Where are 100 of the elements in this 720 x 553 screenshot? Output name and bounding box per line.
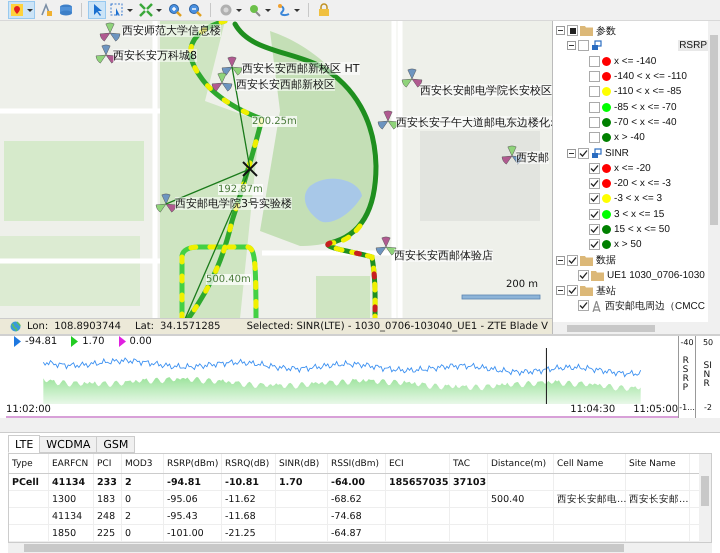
checkbox[interactable]: [589, 56, 600, 67]
table-cell: 183: [97, 494, 116, 504]
table-cell: 0: [125, 494, 132, 504]
site-label: 西安邮: [516, 151, 549, 164]
caret-icon: [294, 8, 300, 12]
checkbox[interactable]: [589, 178, 600, 190]
column-header[interactable]: Type: [9, 454, 49, 473]
tree-item[interactable]: -140 < x <= -110: [613, 71, 688, 82]
checkbox[interactable]: [589, 102, 600, 113]
scrollbar[interactable]: [553, 322, 720, 334]
tree-item[interactable]: 15 < x <= 50: [613, 224, 671, 235]
scrollbar[interactable]: [8, 543, 712, 553]
column-header[interactable]: SINR(dB): [276, 454, 328, 473]
column-header[interactable]: RSSI(dBm): [328, 454, 386, 473]
toolbar-button[interactable]: [186, 1, 204, 19]
tree-item[interactable]: RSRP: [678, 40, 708, 52]
scrollbar[interactable]: [699, 454, 711, 542]
checkbox[interactable]: [567, 285, 578, 296]
column-header[interactable]: Site Name: [626, 454, 690, 473]
toolbar-button[interactable]: [108, 1, 135, 19]
table-cell: 1300: [52, 494, 76, 504]
collapse-toggle[interactable]: [556, 26, 565, 36]
checkbox[interactable]: [589, 116, 600, 128]
caret-icon: [156, 8, 162, 12]
location-marker-icon: [248, 3, 262, 17]
tree-item[interactable]: x > -40: [613, 132, 646, 144]
axis-label: -40: [680, 338, 694, 347]
checkbox[interactable]: [567, 25, 578, 36]
tab[interactable]: GSM: [96, 436, 136, 453]
cell-sector-icon[interactable]: [222, 56, 242, 76]
table-cell: -10.81: [225, 476, 259, 488]
collapse-toggle[interactable]: [567, 148, 576, 158]
table-cell: -95.06: [167, 494, 198, 504]
column-header[interactable]: Distance(m): [488, 454, 554, 473]
layer-icon: [591, 40, 602, 52]
cell-sector-icon[interactable]: [212, 72, 232, 92]
scale-label: 200 m: [506, 279, 538, 290]
table-cell: -74.68: [331, 510, 362, 522]
tree-item[interactable]: UE1 1030_0706-1030: [606, 270, 706, 281]
tree-item[interactable]: x <= -20: [613, 162, 652, 174]
checkbox[interactable]: [589, 132, 600, 144]
tree-item[interactable]: -110 < x <= -85: [613, 86, 682, 98]
tree-item[interactable]: SINR: [604, 148, 630, 159]
tab[interactable]: LTE: [8, 435, 40, 453]
tree-item[interactable]: -3 < x <= 3: [613, 193, 664, 204]
collapse-toggle[interactable]: [556, 286, 565, 296]
tree-item[interactable]: -20 < x <= -3: [613, 178, 672, 190]
tree-item[interactable]: 参数: [595, 24, 617, 38]
checkbox[interactable]: [567, 254, 578, 266]
cell-sector-icon[interactable]: [156, 194, 176, 212]
checkbox[interactable]: [578, 40, 589, 52]
tree-item[interactable]: 3 < x <= 15: [613, 208, 666, 220]
cell-sector-icon[interactable]: [402, 68, 422, 88]
column-header[interactable]: Cell Name: [554, 454, 626, 473]
checkbox[interactable]: [589, 71, 600, 82]
tree-item[interactable]: -85 < x <= -70: [613, 102, 678, 113]
table-cell: 41134: [52, 476, 86, 488]
marker-value: -94.81: [25, 336, 58, 348]
column-header[interactable]: RSRQ(dB): [222, 454, 276, 473]
tab[interactable]: WCDMA: [39, 436, 98, 453]
tree-item[interactable]: -70 < x <= -40: [613, 116, 678, 128]
column-header[interactable]: PCI: [94, 454, 122, 473]
checkbox[interactable]: [578, 270, 589, 281]
toolbar-button[interactable]: [137, 1, 164, 19]
toolbar-button[interactable]: [88, 1, 106, 19]
column-header[interactable]: ECI: [386, 454, 450, 473]
cell-sector-icon[interactable]: [100, 22, 120, 42]
tree-item[interactable]: 数据: [595, 253, 617, 268]
checkbox[interactable]: [589, 86, 600, 98]
map-pin-icon: [10, 3, 24, 17]
toolbar-button[interactable]: [8, 1, 35, 19]
checkbox[interactable]: [589, 239, 600, 250]
column-header[interactable]: EARFCN: [49, 454, 94, 473]
tree-item[interactable]: x > 50: [613, 239, 643, 250]
toolbar-button[interactable]: [275, 1, 302, 19]
tree-item[interactable]: 基站: [595, 284, 617, 298]
site-label: 西安长安西邮新校区: [236, 78, 335, 91]
column-header[interactable]: RSRP(dBm): [164, 454, 222, 473]
checkbox[interactable]: [589, 208, 600, 220]
lock-icon: [317, 3, 331, 17]
checkbox[interactable]: [578, 300, 589, 312]
tree-item[interactable]: x <= -140: [613, 56, 658, 67]
site-label: 西安长安万科城8: [113, 49, 197, 62]
checkbox[interactable]: [589, 224, 600, 235]
zoom-out-icon: [188, 3, 202, 17]
scrollbar[interactable]: [708, 21, 720, 322]
collapse-toggle[interactable]: [567, 41, 576, 50]
folder-icon: [591, 270, 604, 281]
toolbar-button[interactable]: [166, 1, 184, 19]
tree-item[interactable]: 西安邮电周边（CMCC: [604, 298, 706, 313]
column-header[interactable]: TAC: [450, 454, 488, 473]
checkbox[interactable]: [589, 193, 600, 204]
table-cell: -68.62: [331, 494, 362, 504]
column-header[interactable]: MOD3: [122, 454, 164, 473]
collapse-toggle[interactable]: [556, 256, 565, 265]
distance-label: 200.25m: [252, 116, 297, 127]
folder-icon: [580, 254, 593, 266]
table-cell: -94.81: [167, 476, 201, 488]
checkbox[interactable]: [589, 162, 600, 174]
checkbox[interactable]: [578, 148, 589, 159]
